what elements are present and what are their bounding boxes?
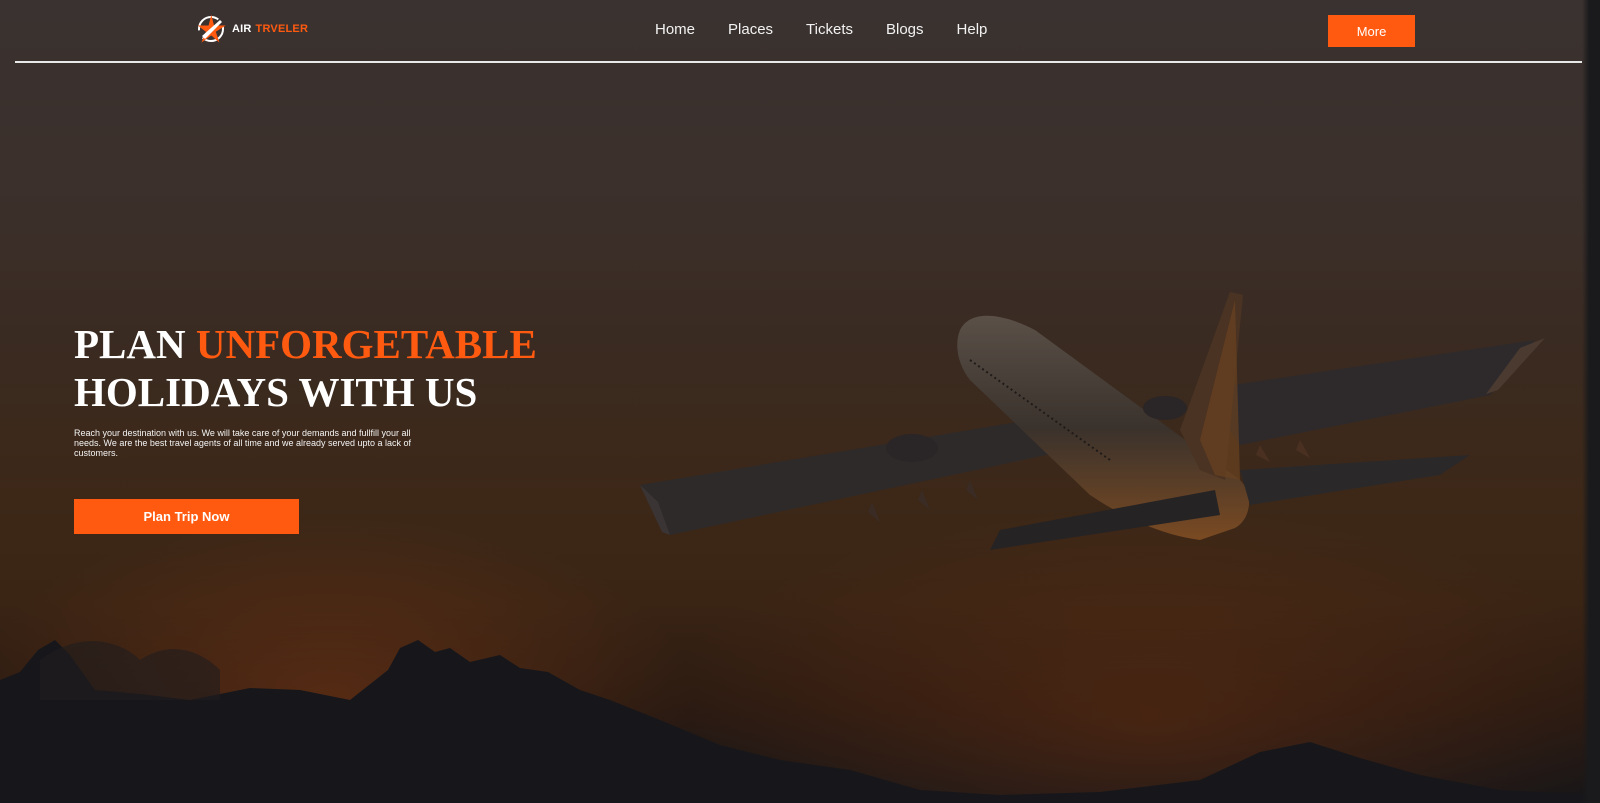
hero-headline: PLAN UNFORGETABLE HOLIDAYS WITH US xyxy=(74,320,537,416)
nav-link-places[interactable]: Places xyxy=(728,21,773,38)
airplane-image xyxy=(640,292,1545,550)
brand-name-part1: AIR xyxy=(232,23,252,35)
header-divider xyxy=(15,61,1582,63)
headline-line2: HOLIDAYS WITH US xyxy=(74,369,478,415)
brand-name: AIR TRVELER xyxy=(232,23,308,35)
airplane-star-logo-icon xyxy=(197,14,226,43)
nav-link-tickets[interactable]: Tickets xyxy=(806,21,853,38)
plan-trip-button[interactable]: Plan Trip Now xyxy=(74,499,299,534)
nav-link-help[interactable]: Help xyxy=(957,21,988,38)
brand-name-part2: TRVELER xyxy=(255,23,309,35)
window-edge-shadow xyxy=(1582,0,1600,803)
main-nav: Home Places Tickets Blogs Help xyxy=(655,21,1020,38)
headline-accent: UNFORGETABLE xyxy=(195,321,537,367)
nav-link-home[interactable]: Home xyxy=(655,21,695,38)
nav-link-blogs[interactable]: Blogs xyxy=(886,21,924,38)
brand-logo[interactable]: AIR TRVELER xyxy=(196,12,308,46)
more-button[interactable]: More xyxy=(1328,15,1415,47)
hero-description: Reach your destination with us. We will … xyxy=(74,428,412,458)
headline-word-plan: PLAN xyxy=(74,321,186,367)
